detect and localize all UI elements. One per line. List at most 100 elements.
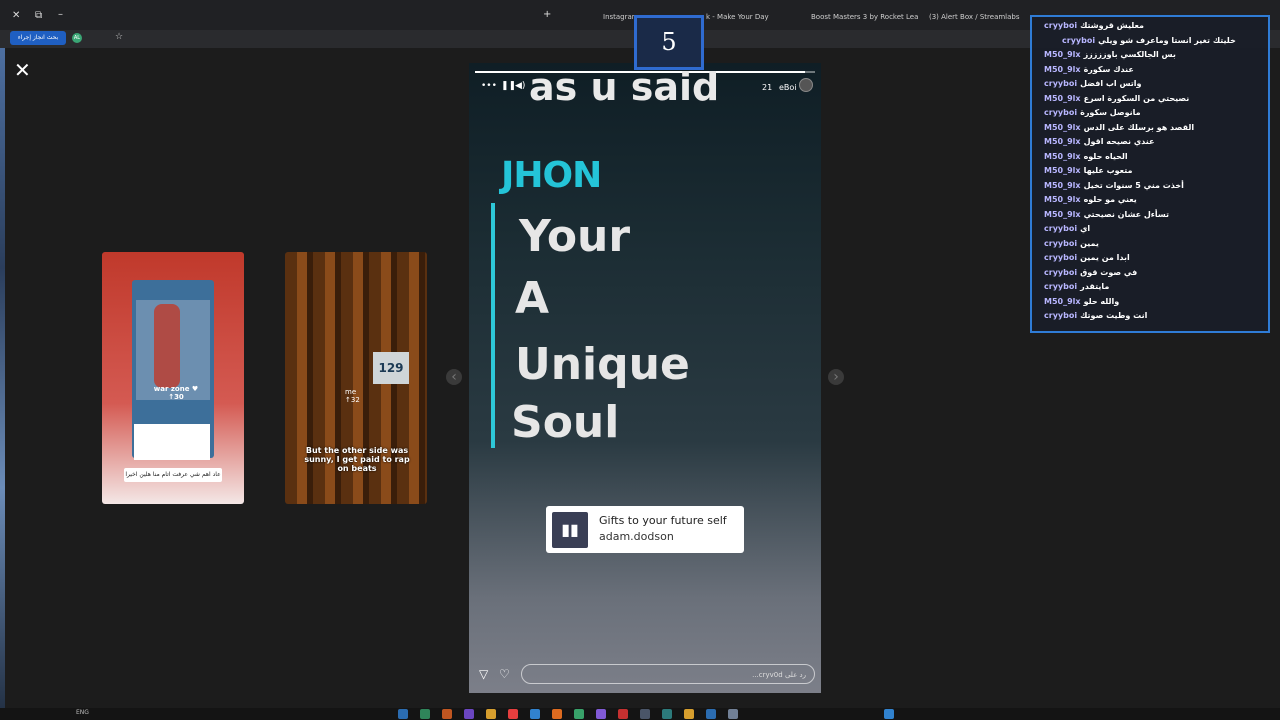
chat-text: واتس اب افضل [1080,79,1142,88]
chat-username: M50_9lx [1044,151,1081,161]
taskbar-app-icon[interactable] [640,709,650,719]
heart-icon: ♥ [191,385,199,393]
tab-alert-box[interactable]: (3) Alert Box / Streamlabs [929,8,1020,26]
chat-message: cryyboi واتس اب افضل [1032,79,1268,94]
windows-start-icon[interactable] [884,709,894,719]
close-window-icon[interactable]: ✕ [12,10,20,21]
chat-text: متعوب عليها [1083,166,1133,175]
chat-message: M50_9lx عندك سكورة [1032,65,1268,80]
chat-username: cryyboi [1044,282,1078,291]
chat-username: M50_9lx [1044,166,1081,175]
chat-username: M50_9lx [1044,209,1081,219]
volume-icon[interactable]: ◀) [515,81,525,91]
story-username[interactable]: eBoi [779,83,797,92]
like-heart-icon[interactable]: ♡ [499,667,510,681]
chat-text: خليتك تغير انستا وماعرف شو ويلي [1098,35,1236,45]
left-card-caption: عاد اهم شي عرفت اتام منا هلين اخيرا [124,468,222,482]
taskbar-app-icon[interactable] [398,709,408,719]
story-top-text: as u said [529,65,720,109]
language-indicator[interactable]: ENG [76,709,89,716]
chat-text: معليش قروشتك [1080,21,1144,30]
story-preview-left[interactable]: war zone ♥ ↑30 عاد اهم شي عرفت اتام منا … [102,252,244,504]
chat-username: M50_9lx [1044,122,1081,132]
taskbar-app-icon[interactable] [662,709,672,719]
story-user-avatar[interactable] [799,78,813,92]
chat-message: M50_9lx والله حلو [1032,297,1268,312]
chat-username: M50_9lx [1044,93,1081,103]
taskbar-app-icon[interactable] [552,709,562,719]
music-artist: adam.dodson [599,530,674,543]
chat-text: في صوت قوق [1080,267,1138,277]
chat-message: M50_9lx بس الجالكسي باوززززز [1032,50,1268,65]
chat-text: نصيحتي من السكورة اسرع [1083,93,1190,103]
taskbar-app-icon[interactable] [618,709,628,719]
news-snippet [134,424,210,460]
next-story-arrow-icon[interactable]: › [828,369,844,385]
chat-message: M50_9lx عندي نصيحه اقول [1032,137,1268,152]
chat-message: M50_9lx الحياه حلوه [1032,152,1268,167]
chat-username: cryyboi [1044,267,1078,277]
previous-story-arrow-icon[interactable]: ‹ [446,369,462,385]
tab-boost-masters[interactable]: Boost Masters 3 by Rocket Lea [811,8,918,26]
taskbar-app-icon[interactable] [486,709,496,719]
more-options-icon[interactable]: ••• [481,81,497,91]
chat-text: بس الجالكسي باوززززز [1083,50,1176,59]
chat-message: M50_9lx أخذت مني 5 سنوات تخيل [1032,181,1268,196]
minimize-window-icon[interactable]: – [58,9,63,20]
chat-username: M50_9lx [1044,195,1081,204]
chat-text: اي [1080,224,1091,233]
chat-username: M50_9lx [1044,64,1081,74]
chat-username: cryyboi [1044,21,1078,30]
send-icon[interactable]: ▽ [479,667,488,681]
story-name-text: JHON [501,155,602,196]
chat-text: والله حلو [1083,296,1120,306]
chat-message: M50_9lx القصد هو برسلك على الدس [1032,123,1268,138]
chat-message: cryyboi خليتك تغير انستا وماعرف شو ويلي [1032,36,1268,51]
close-viewer-icon[interactable]: ✕ [14,58,31,82]
chat-text: تسأءل عشان نصيحتي [1083,209,1170,219]
reply-input[interactable]: رد على cryv0d... [521,664,815,684]
price-tag: 129 [373,352,409,384]
taskbar-app-icon[interactable] [728,709,738,719]
taskbar-app-icon[interactable] [530,709,540,719]
story-line-3: Unique [515,339,690,390]
me-label: me ↑32 [345,388,360,404]
chat-message: cryyboi معليش قروشتك [1032,21,1268,36]
chat-username: M50_9lx [1044,296,1081,306]
chat-text: مانوصل سكورة [1080,108,1141,117]
chat-text: عندي نصيحه اقول [1083,137,1155,146]
chat-text: انت وطيت صوتك [1080,311,1148,320]
taskbar-app-icon[interactable] [596,709,606,719]
taskbar-app-icon[interactable] [442,709,452,719]
account-avatar[interactable]: AL [72,33,82,43]
music-art-icon: ▮▮ [552,512,588,548]
music-sticker[interactable]: ▮▮ Gifts to your future self adam.dodson [546,506,744,553]
new-tab-icon[interactable]: + [543,9,551,20]
chat-message: M50_9lx متعوب عليها [1032,166,1268,181]
taskbar-app-icon[interactable] [420,709,430,719]
story-preview-right[interactable]: 129 me ↑32 But the other side was sunny, … [285,252,427,504]
taskbar-app-icon[interactable] [706,709,716,719]
chat-message: M50_9lx نصيحتي من السكورة اسرع [1032,94,1268,109]
tab-make-your-day[interactable]: k - Make Your Day [706,8,769,26]
chat-text: القصد هو برسلك على الدس [1083,122,1195,132]
story-line-1: Your [519,211,631,262]
taskbar-app-icon[interactable] [684,709,694,719]
taskbar-app-icon[interactable] [574,709,584,719]
music-title: Gifts to your future self [599,514,727,527]
taskbar-app-icon[interactable] [508,709,518,719]
chat-message: cryyboi مايتقدر [1032,282,1268,297]
star-icon[interactable]: ☆ [115,32,123,42]
chat-username: M50_9lx [1044,50,1081,59]
chat-username: cryyboi [1044,224,1078,233]
pause-icon[interactable]: ❚❚ [501,81,516,91]
action-button[interactable]: بحث انجاز إجراء [10,31,66,45]
restore-window-icon[interactable]: ⧉ [35,10,42,21]
chat-text: عندك سكورة [1083,64,1134,74]
chat-message: M50_9lx يعني مو حلوه [1032,195,1268,210]
taskbar-app-icon[interactable] [464,709,474,719]
main-story: as u said ••• ❚❚ ◀) 21 eBoi JHON Your A … [469,63,821,693]
chat-text: ابدا من يمين [1080,253,1130,262]
chat-text: مايتقدر [1080,282,1110,291]
chat-message: M50_9lx تسأءل عشان نصيحتي [1032,210,1268,225]
